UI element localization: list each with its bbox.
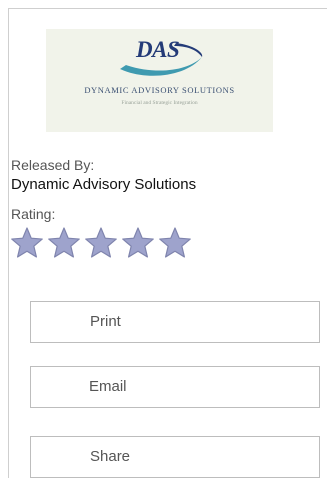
rating-label: Rating: — [11, 206, 56, 222]
logo-tagline-text: Financial and Strategic Integration — [121, 100, 198, 106]
star-icon — [159, 227, 191, 258]
company-logo: DAS DYNAMIC ADVISORY SOLUTIONS Financial… — [46, 29, 273, 132]
print-button[interactable]: Print — [30, 301, 320, 343]
sidebar-panel: DAS DYNAMIC ADVISORY SOLUTIONS Financial… — [8, 8, 327, 478]
logo-mark-text: DAS — [136, 37, 180, 62]
star-icon — [11, 227, 43, 258]
star-icon — [48, 227, 80, 258]
released-by-label: Released By: — [11, 157, 95, 173]
share-button[interactable]: Share — [30, 436, 320, 478]
released-by-value: Dynamic Advisory Solutions — [11, 176, 197, 193]
logo-company-text: DYNAMIC ADVISORY SOLUTIONS — [84, 85, 235, 95]
rating-stars — [9, 225, 193, 261]
email-button[interactable]: Email — [30, 366, 320, 408]
star-icon — [122, 227, 154, 258]
star-icon — [85, 227, 117, 258]
